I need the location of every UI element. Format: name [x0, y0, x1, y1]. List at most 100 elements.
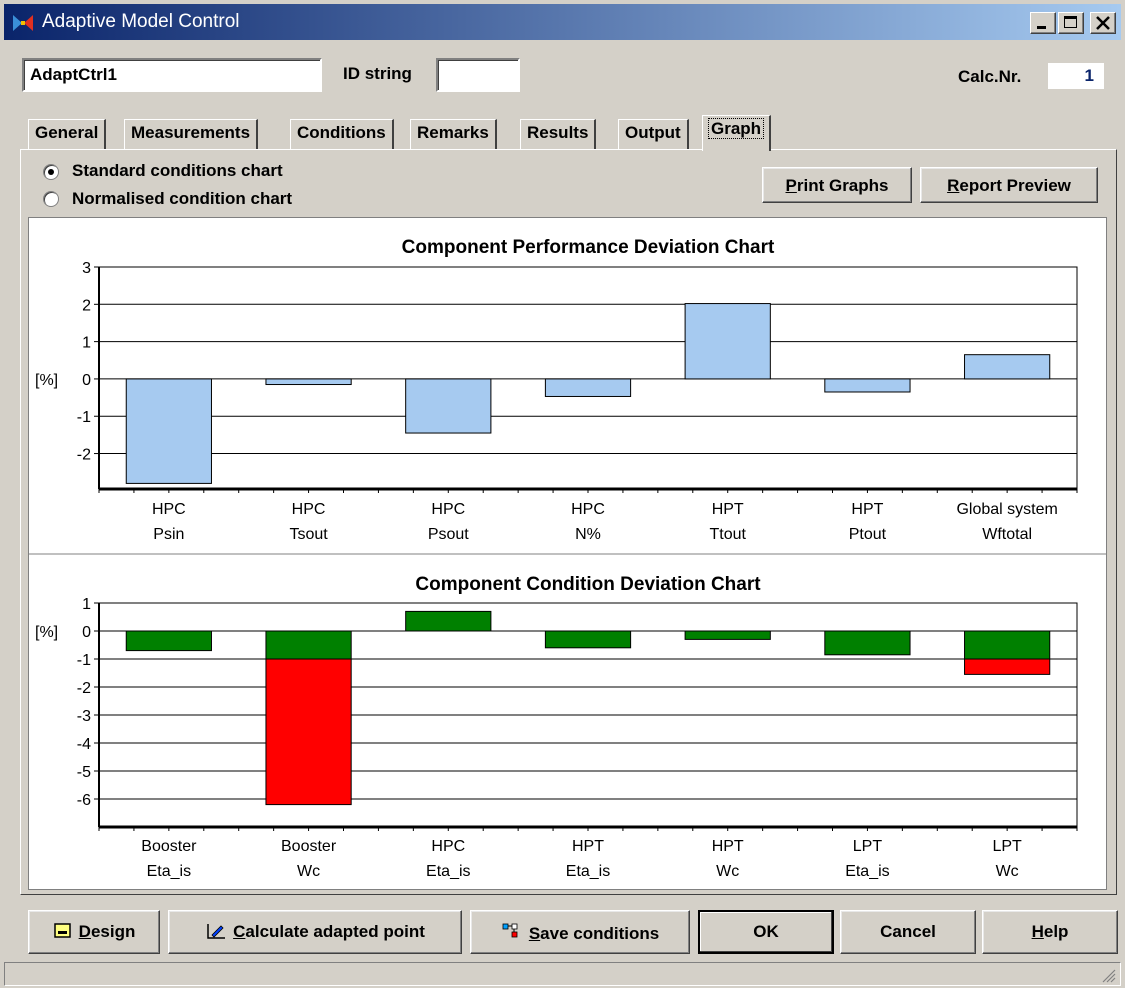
chart-area: Component Performance Deviation Chart 3 2 1…	[28, 217, 1107, 890]
x-category-label: HPT	[572, 838, 604, 855]
radio-standard-label[interactable]: Standard conditions chart	[72, 161, 283, 181]
bar-1-7	[964, 630, 1051, 660]
tab-graph[interactable]: Graph	[702, 115, 772, 151]
print-graphs-label: Print Graphs	[785, 176, 889, 195]
status-bar	[4, 962, 1121, 986]
calculate-adapted-point-button[interactable]: Calculate adapted point	[168, 910, 462, 954]
model-name-value: AdaptCtrl1	[30, 65, 117, 84]
tab-graph-label: Graph	[707, 118, 765, 139]
bar-1-7	[964, 354, 1051, 380]
chart-2: Component Condition Deviation Chart 1 0 -1 -…	[35, 574, 1078, 880]
save-conditions-button[interactable]: Save conditions	[470, 910, 690, 954]
calc-nr-value: 1	[1084, 66, 1094, 85]
close-button[interactable]	[1090, 12, 1116, 34]
x-category-sublabel: Eta_is	[566, 863, 610, 880]
x-category-sublabel: Ttout	[709, 526, 746, 543]
maximize-icon	[1064, 16, 1077, 28]
save-conditions-label: Save conditions	[528, 924, 660, 943]
id-string-label: ID string	[343, 64, 412, 83]
tab-general-label: General	[35, 123, 99, 142]
x-category-sublabel: Wc	[996, 863, 1019, 880]
y-tick-label: -5	[77, 764, 91, 781]
tab-measurements[interactable]: Measurements	[124, 119, 259, 149]
x-category-sublabel: Eta_is	[426, 863, 470, 880]
maximize-button[interactable]	[1058, 12, 1084, 34]
help-button[interactable]: Help	[982, 910, 1118, 954]
cancel-button[interactable]: Cancel	[840, 910, 976, 954]
x-category-sublabel: Wftotal	[982, 526, 1032, 543]
minimize-button[interactable]	[1030, 12, 1056, 34]
x-category-label: HPC	[431, 501, 465, 518]
bar-2-7	[964, 658, 1051, 675]
tab-measurements-label: Measurements	[131, 123, 251, 142]
y-tick-label: 1	[82, 335, 91, 352]
design-icon	[53, 923, 71, 938]
deviation-charts: Component Performance Deviation Chart 3 2 1…	[29, 237, 1106, 880]
bar-2-2	[265, 658, 352, 806]
x-category-sublabel: Psout	[428, 526, 469, 543]
y-tick-label: 0	[82, 372, 91, 389]
tab-results-label: Results	[527, 123, 589, 142]
tab-remarks-label: Remarks	[417, 123, 489, 142]
report-preview-button[interactable]: Report Preview	[920, 167, 1098, 203]
bar-1-3	[405, 610, 492, 632]
save-conditions-icon	[502, 923, 518, 938]
print-graphs-button[interactable]: Print Graphs	[762, 167, 912, 203]
title-bar[interactable]: Adaptive Model Control	[4, 4, 1121, 40]
adaptive-model-control-window: Adaptive Model Control AdaptCtrl1 ID str…	[0, 0, 1125, 988]
tab-conditions[interactable]: Conditions	[290, 119, 394, 149]
tab-remarks[interactable]: Remarks	[410, 119, 497, 149]
chart-title: Component Condition Deviation Chart	[415, 574, 761, 595]
tab-output[interactable]: Output	[618, 119, 689, 149]
bar-1-5	[684, 303, 771, 380]
y-tick-label: 3	[82, 260, 91, 277]
ok-button[interactable]: OK	[698, 910, 834, 954]
y-tick-label: 0	[82, 624, 91, 641]
x-category-sublabel: N%	[575, 526, 601, 543]
x-category-label: HPC	[431, 838, 465, 855]
y-tick-label: -4	[77, 736, 91, 753]
x-category-sublabel: Wc	[716, 863, 739, 880]
x-category-label: HPC	[571, 501, 605, 518]
id-string-input[interactable]	[436, 58, 520, 92]
model-name-input[interactable]: AdaptCtrl1	[22, 58, 322, 92]
bar-1-4	[544, 630, 632, 649]
design-button[interactable]: Design	[28, 910, 160, 954]
ok-label: OK	[753, 922, 779, 941]
bar-1-1	[125, 378, 212, 484]
close-icon	[1096, 16, 1110, 30]
y-tick-label: 2	[82, 297, 91, 314]
chart-title: Component Performance Deviation Chart	[402, 237, 775, 258]
x-category-label: HPT	[851, 501, 883, 518]
y-axis-label: [%]	[35, 372, 58, 389]
x-category-sublabel: Wc	[297, 863, 320, 880]
x-category-sublabel: Tsout	[289, 526, 328, 543]
radio-normalised[interactable]	[43, 191, 59, 207]
bar-1-2	[265, 378, 352, 386]
tab-output-label: Output	[625, 123, 681, 142]
y-tick-label: -1	[77, 652, 91, 669]
x-category-label: HPC	[152, 501, 186, 518]
radio-standard[interactable]	[43, 164, 59, 180]
calculate-label: Calculate adapted point	[233, 922, 425, 941]
window-title: Adaptive Model Control	[42, 11, 240, 32]
x-category-sublabel: Psin	[153, 526, 184, 543]
bar-1-6	[824, 378, 911, 393]
tab-results[interactable]: Results	[520, 119, 597, 149]
app-icon	[13, 15, 33, 31]
radio-selected-dot	[48, 169, 54, 175]
cancel-label: Cancel	[880, 922, 936, 941]
bar-1-3	[405, 378, 492, 434]
x-category-label: Booster	[141, 838, 197, 855]
y-tick-label: -2	[77, 447, 91, 464]
bar-1-4	[544, 378, 632, 397]
radio-normalised-label[interactable]: Normalised condition chart	[72, 189, 292, 209]
calc-nr-field: 1	[1048, 63, 1104, 89]
bar-1-2	[265, 630, 352, 660]
x-category-label: HPT	[712, 501, 744, 518]
tab-general[interactable]: General	[28, 119, 107, 149]
chart-1: Component Performance Deviation Chart 3 2 1…	[35, 237, 1078, 543]
x-category-label: HPC	[292, 501, 326, 518]
x-category-label: LPT	[853, 838, 883, 855]
resize-grip-icon[interactable]	[1100, 967, 1116, 983]
